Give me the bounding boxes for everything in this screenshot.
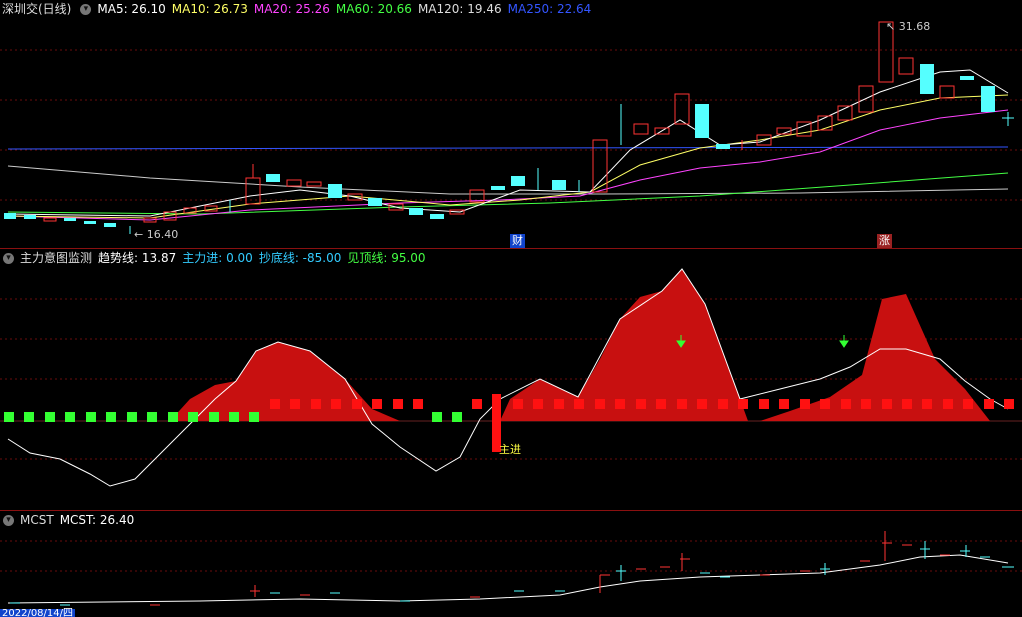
finance-badge[interactable]: 财 bbox=[510, 234, 525, 248]
ma60-label: MA60: 20.66 bbox=[335, 2, 412, 16]
price-chart-svg bbox=[0, 21, 1022, 234]
mcst-ticks bbox=[10, 531, 1014, 606]
candlesticks bbox=[4, 21, 1014, 234]
stock-title: 深圳交(日线) bbox=[2, 2, 72, 16]
indicator-chart-svg bbox=[0, 268, 1022, 487]
ma120-line bbox=[7, 165, 1009, 195]
bottom-line-label: 抄底线: -85.00 bbox=[258, 251, 342, 265]
ma120-label: MA120: 19.46 bbox=[417, 2, 502, 16]
main-entry-marker: 主进 bbox=[499, 443, 521, 456]
ma20-line bbox=[7, 109, 1009, 221]
price-header: 深圳交(日线) ▾ MA5: 26.10 MA10: 26.73 MA20: 25.26… bbox=[0, 0, 597, 18]
main-entry-label: 主力进: 0.00 bbox=[182, 251, 253, 265]
ma20-label: MA20: 25.26 bbox=[253, 2, 330, 16]
mcst-name: MCST bbox=[20, 513, 54, 527]
indicator-name: 主力意图监测 bbox=[20, 251, 93, 265]
ma5-label: MA5: 26.10 bbox=[97, 2, 166, 16]
trend-area bbox=[500, 269, 748, 421]
ma250-line bbox=[7, 146, 1009, 150]
mcst-header: ▾ MCST MCST: 26.40 bbox=[0, 511, 140, 529]
mcst-value-label: MCST: 26.40 bbox=[59, 513, 135, 527]
trend-line-label: 趋势线: 13.87 bbox=[98, 251, 177, 265]
indicator-panel[interactable]: ▾ 主力意图监测 趋势线: 13.87 主力进: 0.00 抄底线: -85.00 见顶线… bbox=[0, 249, 1022, 510]
ma5-line bbox=[7, 69, 1009, 217]
top-line-label: 见顶线: 95.00 bbox=[347, 251, 426, 265]
mcst-chart-svg bbox=[0, 531, 1022, 606]
price-panel[interactable]: 深圳交(日线) ▾ MA5: 26.10 MA10: 26.73 MA20: 25.26… bbox=[0, 0, 1022, 248]
high-price-label: ↖ 31.68 bbox=[886, 20, 931, 33]
mcst-line bbox=[7, 554, 1009, 604]
ma10-label: MA10: 26.73 bbox=[171, 2, 248, 16]
indicator-header: ▾ 主力意图监测 趋势线: 13.87 主力进: 0.00 抄底线: -85.00 见顶线… bbox=[0, 249, 432, 267]
chevron-down-icon[interactable]: ▾ bbox=[3, 253, 14, 264]
limit-up-badge[interactable]: 涨 bbox=[877, 234, 892, 248]
chevron-down-icon[interactable]: ▾ bbox=[3, 515, 14, 526]
trend-area bbox=[760, 294, 990, 421]
mcst-panel[interactable]: ▾ MCST MCST: 26.40 2022/08/14/四 bbox=[0, 511, 1022, 617]
ma250-label: MA250: 22.64 bbox=[507, 2, 592, 16]
low-price-label: ← 16.40 bbox=[134, 228, 179, 241]
chevron-down-icon[interactable]: ▾ bbox=[80, 4, 92, 15]
date-cursor-label: 2022/08/14/四 bbox=[0, 608, 76, 617]
